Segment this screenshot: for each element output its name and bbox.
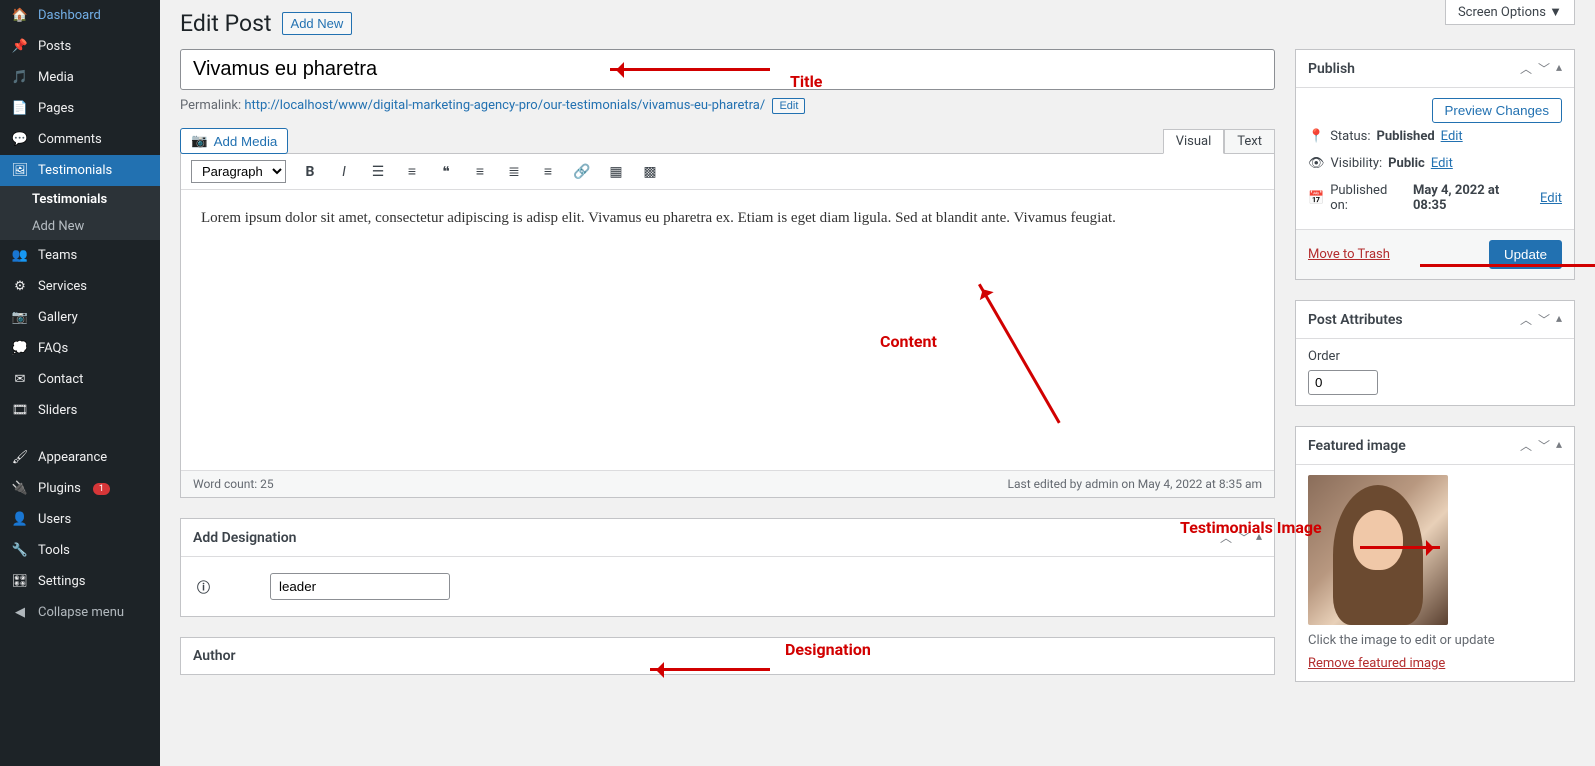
bold-icon[interactable]: B — [300, 164, 320, 180]
admin-sidebar: 🏠Dashboard📌Posts🎵Media📄Pages💬Comments🖼Te… — [0, 0, 160, 766]
set-icon: 🎛 — [10, 574, 30, 589]
dash-icon: 🏠 — [10, 8, 30, 23]
bullet-list-icon[interactable]: ☰ — [368, 164, 388, 180]
order-input[interactable] — [1308, 370, 1378, 395]
collapse-icon: ◀ — [10, 605, 30, 620]
publish-panel: Publish ︿ ﹀ ▴ Preview Changes 📍 Status: … — [1295, 49, 1575, 280]
editor-box: Paragraph B I ☰ ≡ ❝ ≡ ≣ ≡ 🔗 ▦ ▩ Lorem ip… — [180, 153, 1275, 498]
update-button[interactable]: Update — [1489, 240, 1562, 269]
sidebar-item-dashboard[interactable]: 🏠Dashboard — [0, 0, 160, 31]
sidebar-item-comments[interactable]: 💬Comments — [0, 124, 160, 155]
designation-metabox: Add Designation ︿ ﹀ ▴ ⓘ — [180, 518, 1275, 617]
insert-icon[interactable]: ▦ — [606, 164, 626, 180]
sidebar-item-media[interactable]: 🎵Media — [0, 62, 160, 93]
update-badge: 1 — [93, 483, 110, 495]
caret-up-icon[interactable]: ▴ — [1556, 311, 1562, 328]
collapse-menu[interactable]: ◀ Collapse menu — [0, 597, 160, 628]
sidebar-item-contact[interactable]: ✉Contact — [0, 364, 160, 395]
caret-up-icon[interactable]: ▴ — [1556, 60, 1562, 77]
sidebar-item-appearance[interactable]: 🖌Appearance — [0, 442, 160, 473]
sidebar-item-users[interactable]: 👤Users — [0, 504, 160, 535]
designation-input[interactable] — [270, 573, 450, 600]
slide-icon: 🎞 — [10, 403, 30, 418]
main-content: Screen Options ▼ Edit Post Add New Perma… — [160, 0, 1595, 766]
link-icon[interactable]: 🔗 — [572, 164, 592, 180]
permalink-row: Permalink: http://localhost/www/digital-… — [180, 98, 1275, 114]
faq-icon: 💭 — [10, 341, 30, 356]
appear-icon: 🖌 — [10, 450, 30, 465]
screen-options-tab[interactable]: Screen Options ▼ — [1445, 0, 1575, 25]
user-icon: 👤 — [10, 512, 30, 527]
serv-icon: ⚙ — [10, 279, 30, 294]
media-icon: 🎵 — [10, 70, 30, 85]
pin-icon: 📌 — [10, 39, 30, 54]
team-icon: 👥 — [10, 248, 30, 263]
info-icon: ⓘ — [197, 577, 210, 596]
sidebar-item-faqs[interactable]: 💭FAQs — [0, 333, 160, 364]
sidebar-item-plugins[interactable]: 🔌Plugins1 — [0, 473, 160, 504]
sidebar-item-testimonials[interactable]: 🖼Testimonials — [0, 155, 160, 186]
permalink-edit-button[interactable]: Edit — [772, 98, 805, 114]
post-attributes-panel: Post Attributes ︿ ﹀ ▴ Order — [1295, 300, 1575, 406]
published-edit-link[interactable]: Edit — [1540, 191, 1562, 206]
align-right-icon[interactable]: ≡ — [538, 163, 558, 180]
gall-icon: 📷 — [10, 310, 30, 325]
align-left-icon[interactable]: ≡ — [470, 163, 490, 180]
featured-image-panel: Featured image ︿ ﹀ ▴ Click the image to … — [1295, 426, 1575, 682]
align-center-icon[interactable]: ≣ — [504, 164, 524, 180]
quote-icon[interactable]: ❝ — [436, 164, 456, 180]
italic-icon[interactable]: I — [334, 164, 354, 180]
visibility-edit-link[interactable]: Edit — [1431, 156, 1453, 171]
content-editor[interactable]: Lorem ipsum dolor sit amet, consectetur … — [181, 190, 1274, 470]
featured-image-thumbnail[interactable] — [1308, 475, 1448, 625]
sidebar-item-services[interactable]: ⚙Services — [0, 271, 160, 302]
number-list-icon[interactable]: ≡ — [402, 163, 422, 180]
camera-icon: 📷 — [191, 133, 208, 149]
plugin-icon: 🔌 — [10, 481, 30, 496]
sidebar-item-sliders[interactable]: 🎞Sliders — [0, 395, 160, 426]
status-edit-link[interactable]: Edit — [1441, 129, 1463, 144]
post-title-input[interactable] — [180, 49, 1275, 90]
add-media-button[interactable]: 📷 Add Media — [180, 128, 288, 154]
sidebar-item-gallery[interactable]: 📷Gallery — [0, 302, 160, 333]
chevron-up-icon[interactable]: ︿ — [1520, 60, 1532, 77]
chevron-down-icon[interactable]: ﹀ — [1538, 60, 1550, 77]
eye-icon: 👁 — [1308, 156, 1325, 171]
remove-featured-image-link[interactable]: Remove featured image — [1308, 656, 1445, 671]
chevron-down-icon[interactable]: ﹀ — [1238, 529, 1250, 546]
sidebar-item-tools[interactable]: 🔧Tools — [0, 535, 160, 566]
paragraph-select[interactable]: Paragraph — [191, 160, 286, 183]
page-icon: 📄 — [10, 101, 30, 116]
add-new-button[interactable]: Add New — [282, 12, 353, 35]
sidebar-item-pages[interactable]: 📄Pages — [0, 93, 160, 124]
caret-up-icon[interactable]: ▴ — [1256, 529, 1262, 546]
move-to-trash-link[interactable]: Move to Trash — [1308, 247, 1390, 262]
test-icon: 🖼 — [10, 163, 30, 178]
preview-changes-button[interactable]: Preview Changes — [1432, 98, 1562, 123]
chevron-up-icon[interactable]: ︿ — [1520, 311, 1532, 328]
page-title: Edit Post — [180, 10, 272, 37]
caret-up-icon[interactable]: ▴ — [1556, 437, 1562, 454]
submenu-add-new[interactable]: Add New — [0, 213, 160, 240]
chevron-down-icon[interactable]: ﹀ — [1538, 311, 1550, 328]
toolbar-toggle-icon[interactable]: ▩ — [640, 164, 660, 180]
tab-text[interactable]: Text — [1224, 129, 1275, 154]
submenu-testimonials[interactable]: Testimonials — [0, 186, 160, 213]
sidebar-item-settings[interactable]: 🎛Settings — [0, 566, 160, 597]
key-icon: 📍 — [1308, 129, 1324, 144]
mail-icon: ✉ — [10, 372, 30, 387]
sidebar-item-posts[interactable]: 📌Posts — [0, 31, 160, 62]
chevron-down-icon[interactable]: ﹀ — [1538, 437, 1550, 454]
chevron-up-icon[interactable]: ︿ — [1220, 529, 1232, 546]
author-metabox: Author — [180, 637, 1275, 675]
permalink-link[interactable]: http://localhost/www/digital-marketing-a… — [244, 98, 765, 113]
tool-icon: 🔧 — [10, 543, 30, 558]
comment-icon: 💬 — [10, 132, 30, 147]
chevron-up-icon[interactable]: ︿ — [1520, 437, 1532, 454]
tab-visual[interactable]: Visual — [1163, 129, 1225, 154]
calendar-icon: 📅 — [1308, 191, 1324, 206]
sidebar-item-teams[interactable]: 👥Teams — [0, 240, 160, 271]
word-count: Word count: 25 — [193, 477, 274, 491]
last-edited: Last edited by admin on May 4, 2022 at 8… — [1008, 477, 1262, 491]
